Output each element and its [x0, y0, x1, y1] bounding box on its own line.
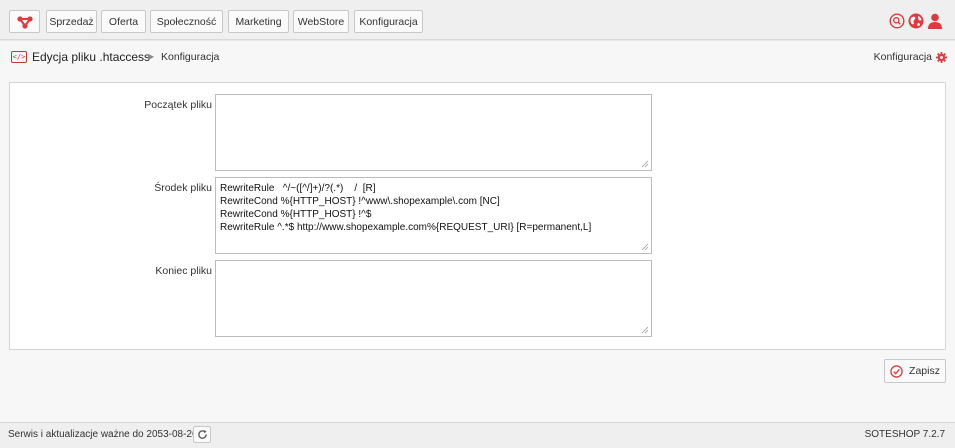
form-panel: Początek pliku Środek pliku RewriteRule …: [9, 82, 946, 350]
nav-item-spolecznosc[interactable]: Społeczność: [150, 10, 223, 33]
textarea-end[interactable]: [215, 260, 652, 337]
resize-handle-icon[interactable]: [641, 160, 649, 168]
refresh-icon: [197, 429, 207, 439]
checkmark-circle-icon: [890, 364, 903, 378]
logo-button[interactable]: [9, 10, 40, 33]
field-label-end: Koniec pliku: [155, 265, 212, 277]
textarea-middle[interactable]: RewriteRule ^/~([^/]+)/?(.*) / [R] Rewri…: [215, 177, 652, 254]
top-right-icons: [889, 13, 943, 29]
search-icon[interactable]: [889, 13, 905, 29]
version-label: SOTESHOP 7.2.7: [864, 429, 945, 440]
footer-bar: Serwis i aktualizacje ważne do 2053-08-2…: [0, 422, 955, 448]
textarea-start[interactable]: [215, 94, 652, 171]
code-icon: </>: [11, 51, 27, 63]
end-file-input[interactable]: [216, 261, 651, 336]
nav-item-marketing[interactable]: Marketing: [228, 10, 289, 33]
globe-icon[interactable]: [908, 13, 924, 29]
breadcrumb-current[interactable]: Konfiguracja: [161, 51, 219, 63]
logo-icon: [16, 15, 33, 29]
config-link-label: Konfiguracja: [873, 51, 932, 63]
config-link[interactable]: Konfiguracja: [874, 51, 947, 63]
save-button-label: Zapisz: [909, 365, 940, 377]
save-button[interactable]: Zapisz: [884, 359, 946, 383]
nav-item-webstore[interactable]: WebStore: [293, 10, 349, 33]
refresh-button[interactable]: [193, 426, 211, 443]
page-title: Edycja pliku .htaccess: [32, 50, 151, 64]
gear-icon: [936, 51, 947, 63]
resize-handle-icon[interactable]: [641, 326, 649, 334]
top-navigation-bar: Sprzedaż Oferta Społeczność Marketing We…: [0, 0, 955, 40]
page-header: </> Edycja pliku .htaccess ▶ Konfiguracj…: [0, 41, 955, 74]
breadcrumb-arrow-icon: ▶: [148, 52, 155, 61]
main-content: Początek pliku Środek pliku RewriteRule …: [0, 74, 955, 422]
license-text: Serwis i aktualizacje ważne do 2053-08-2…: [8, 429, 198, 440]
user-icon[interactable]: [927, 13, 943, 29]
resize-handle-icon[interactable]: [641, 243, 649, 251]
start-file-input[interactable]: [216, 95, 651, 170]
nav-item-oferta[interactable]: Oferta: [101, 10, 146, 33]
nav-item-konfiguracja[interactable]: Konfiguracja: [354, 10, 423, 33]
field-label-start: Początek pliku: [144, 99, 212, 111]
nav-item-sprzedaz[interactable]: Sprzedaż: [46, 10, 97, 33]
middle-file-input[interactable]: RewriteRule ^/~([^/]+)/?(.*) / [R] Rewri…: [216, 178, 651, 253]
field-label-middle: Środek pliku: [154, 182, 212, 194]
